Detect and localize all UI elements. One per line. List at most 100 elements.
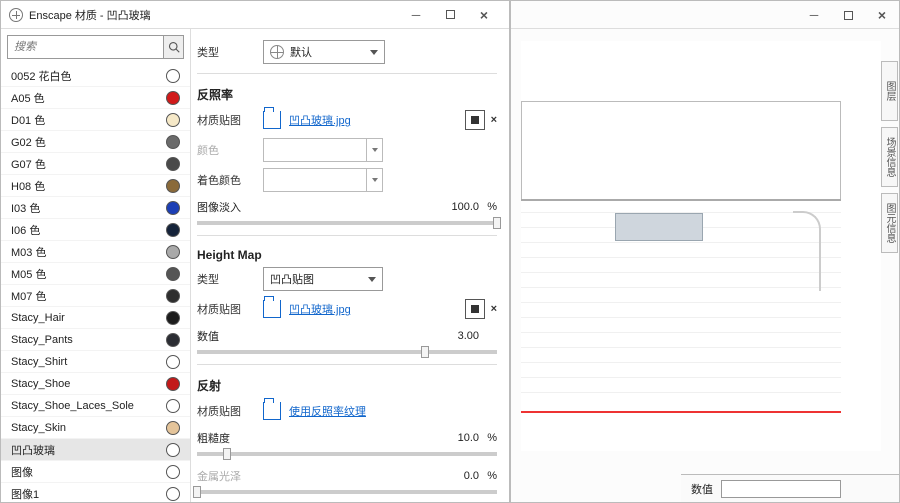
- material-swatch: [166, 69, 180, 83]
- material-item[interactable]: Stacy_Shoe: [1, 373, 190, 395]
- material-name: Stacy_Hair: [11, 312, 158, 324]
- hm-tex-preview-button[interactable]: [465, 299, 485, 319]
- material-name: A05 色: [11, 90, 158, 106]
- material-swatch: [166, 333, 180, 347]
- bg-close-button[interactable]: ×: [865, 1, 899, 29]
- minimize-button[interactable]: ─: [399, 1, 433, 29]
- bg-titlebar: ─ ×: [511, 1, 899, 29]
- material-item[interactable]: H08 色: [1, 175, 190, 197]
- material-name: M07 色: [11, 288, 158, 304]
- enscape-logo-icon: [9, 8, 23, 22]
- tint-label: 着色颜色: [197, 172, 263, 188]
- roughness-unit: %: [479, 432, 497, 444]
- material-list[interactable]: 0052 花白色 A05 色 D01 色 G02 色 G07 色 H08 色 I03 色 I0…: [1, 65, 190, 502]
- wall-niche: [615, 213, 703, 241]
- refl-tex-label: 材质贴图: [197, 403, 263, 419]
- hm-tex-clear-button[interactable]: ×: [491, 303, 497, 315]
- value-input[interactable]: [721, 480, 841, 498]
- material-name: G07 色: [11, 156, 158, 172]
- material-swatch: [166, 91, 180, 105]
- material-item[interactable]: Stacy_Shirt: [1, 351, 190, 373]
- material-swatch: [166, 355, 180, 369]
- sketchup-window: ─ × 图层 场景信息 图元信息 数值: [510, 0, 900, 503]
- metallic-unit: %: [479, 470, 497, 482]
- side-tab-2[interactable]: 图元信息: [881, 193, 898, 253]
- side-tab-1[interactable]: 场景信息: [881, 127, 898, 187]
- material-swatch: [166, 311, 180, 325]
- viewport[interactable]: [521, 41, 881, 451]
- window-title: Enscape 材质 - 凹凸玻璃: [29, 7, 151, 23]
- material-swatch: [166, 135, 180, 149]
- material-item[interactable]: M05 色: [1, 263, 190, 285]
- wall-geometry: [521, 101, 841, 199]
- value-label: 数值: [691, 481, 713, 497]
- material-swatch: [166, 377, 180, 391]
- enscape-materials-window: Enscape 材质 - 凹凸玻璃 ─ × 0052 花白色 A05 色 D01 色…: [0, 0, 510, 503]
- fade-value: 100.0: [451, 201, 479, 213]
- material-item[interactable]: Stacy_Pants: [1, 329, 190, 351]
- material-item[interactable]: I03 色: [1, 197, 190, 219]
- material-item[interactable]: D01 色: [1, 109, 190, 131]
- material-name: 图像1: [11, 486, 158, 502]
- folder-icon[interactable]: [263, 300, 281, 318]
- side-tab-0[interactable]: 图层: [881, 61, 898, 121]
- material-swatch: [166, 179, 180, 193]
- titlebar[interactable]: Enscape 材质 - 凹凸玻璃 ─ ×: [1, 1, 509, 29]
- amount-label: 数值: [197, 328, 263, 344]
- close-button[interactable]: ×: [467, 1, 501, 29]
- material-item[interactable]: M07 色: [1, 285, 190, 307]
- material-name: I03 色: [11, 200, 158, 216]
- use-albedo-link[interactable]: 使用反照率纹理: [289, 403, 366, 419]
- material-name: G02 色: [11, 134, 158, 150]
- albedo-section-title: 反照率: [197, 86, 497, 103]
- search-button[interactable]: [164, 35, 184, 59]
- bg-maximize-button[interactable]: [831, 1, 865, 29]
- albedo-tex-link[interactable]: 凹凸玻璃.jpg: [289, 112, 351, 128]
- material-item[interactable]: 图像: [1, 461, 190, 483]
- roughness-value: 10.0: [458, 432, 479, 444]
- material-item[interactable]: 图像1: [1, 483, 190, 502]
- material-name: Stacy_Pants: [11, 334, 158, 346]
- folder-icon[interactable]: [263, 402, 281, 420]
- material-item[interactable]: 0052 花白色: [1, 65, 190, 87]
- material-swatch: [166, 157, 180, 171]
- material-item[interactable]: G07 色: [1, 153, 190, 175]
- folder-icon[interactable]: [263, 111, 281, 129]
- metallic-slider[interactable]: [197, 490, 497, 494]
- search-input[interactable]: [7, 35, 164, 59]
- material-item[interactable]: I06 色: [1, 219, 190, 241]
- type-select[interactable]: 默认: [263, 40, 385, 64]
- metallic-value: 0.0: [464, 470, 479, 482]
- fade-slider[interactable]: [197, 221, 497, 225]
- material-swatch: [166, 113, 180, 127]
- material-item[interactable]: Stacy_Shoe_Laces_Sole: [1, 395, 190, 417]
- amount-slider[interactable]: [197, 350, 497, 354]
- albedo-tex-preview-button[interactable]: [465, 110, 485, 130]
- material-swatch: [166, 223, 180, 237]
- albedo-tex-clear-button[interactable]: ×: [491, 114, 497, 126]
- material-item[interactable]: G02 色: [1, 131, 190, 153]
- hm-tex-link[interactable]: 凹凸玻璃.jpg: [289, 301, 351, 317]
- material-swatch: [166, 421, 180, 435]
- material-swatch: [166, 245, 180, 259]
- tint-picker[interactable]: [263, 168, 383, 192]
- type-value: 默认: [290, 44, 312, 60]
- albedo-tex-label: 材质贴图: [197, 112, 263, 128]
- hm-type-label: 类型: [197, 271, 263, 287]
- material-name: M05 色: [11, 266, 158, 282]
- material-name: 0052 花白色: [11, 68, 158, 84]
- bg-status-bar: 数值: [681, 474, 899, 502]
- material-item[interactable]: A05 色: [1, 87, 190, 109]
- hm-type-select[interactable]: 凹凸贴图: [263, 267, 383, 291]
- roughness-label: 粗糙度: [197, 430, 263, 446]
- hm-tex-label: 材质贴图: [197, 301, 263, 317]
- material-item[interactable]: M03 色: [1, 241, 190, 263]
- material-item[interactable]: Stacy_Hair: [1, 307, 190, 329]
- bg-minimize-button[interactable]: ─: [797, 1, 831, 29]
- material-item[interactable]: 凹凸玻璃: [1, 439, 190, 461]
- material-item[interactable]: Stacy_Skin: [1, 417, 190, 439]
- maximize-button[interactable]: [433, 1, 467, 29]
- shower-fixture: [793, 211, 821, 291]
- color-picker: [263, 138, 383, 162]
- roughness-slider[interactable]: [197, 452, 497, 456]
